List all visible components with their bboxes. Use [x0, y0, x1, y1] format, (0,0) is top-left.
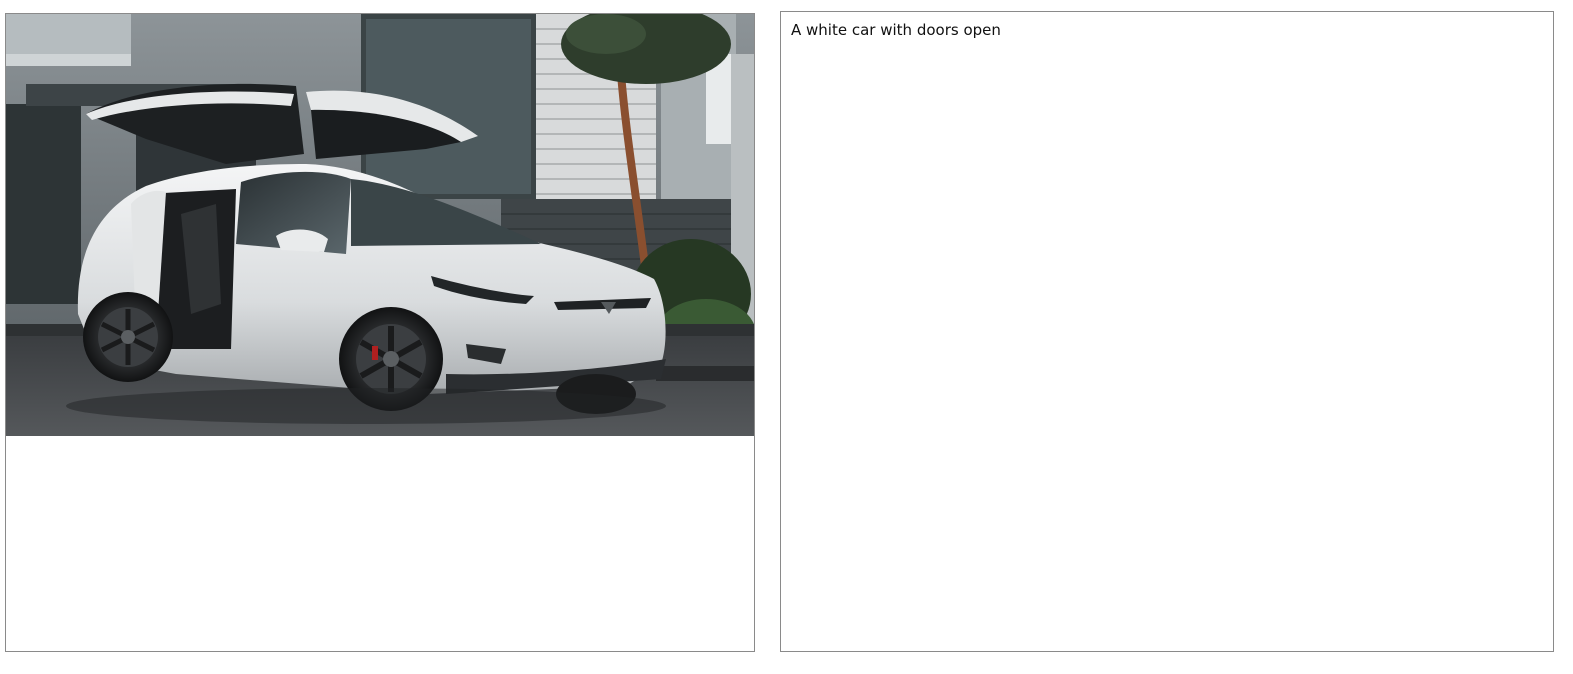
image-viewer: [5, 13, 755, 652]
caption-box[interactable]: A white car with doors open: [780, 11, 1554, 652]
caption-text: A white car with doors open: [791, 21, 1001, 39]
car-photo: [6, 14, 754, 436]
